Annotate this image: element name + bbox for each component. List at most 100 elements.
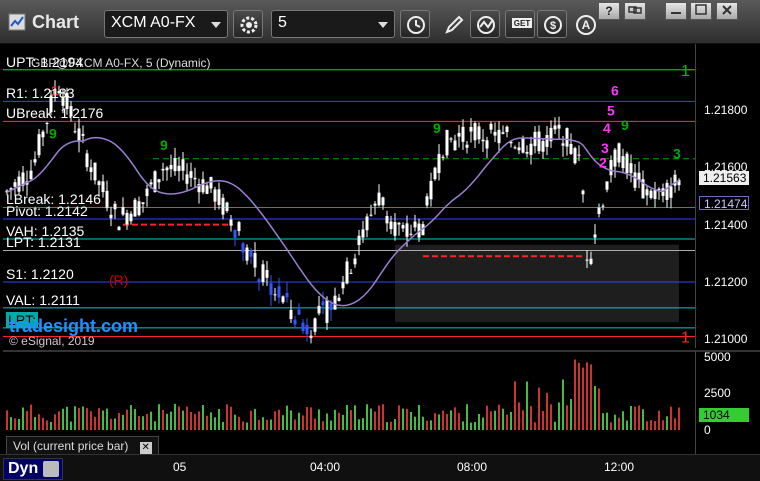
volume-bar (254, 408, 256, 430)
level-number-label: 1 (681, 63, 690, 80)
price-bar (281, 296, 285, 303)
minimize-button[interactable] (665, 2, 687, 20)
price-bar (297, 309, 301, 315)
volume-scale[interactable]: 5000 2500 0 1034 (695, 350, 760, 454)
price-bar (221, 197, 225, 215)
price-bar (325, 299, 329, 323)
close-button[interactable] (716, 2, 738, 20)
price-bar (513, 147, 517, 149)
time-button[interactable] (400, 10, 430, 38)
draw-button[interactable] (438, 10, 468, 38)
time-tick: 12:00 (604, 460, 635, 474)
price-scale[interactable]: 1.21800 1.21600 1.21400 1.21200 1.21000 1.21… (695, 44, 760, 348)
volume-bar (430, 420, 432, 430)
price-bar (157, 179, 161, 183)
price-bar (413, 221, 417, 228)
price-bar (613, 149, 617, 167)
price-bar (173, 158, 177, 172)
volume-bar (298, 412, 300, 430)
price-bar (29, 170, 33, 180)
price-bar (453, 140, 457, 151)
dynamic-toggle[interactable]: Dyn (3, 458, 63, 480)
volume-bar (366, 404, 368, 430)
maximize-button[interactable] (690, 2, 712, 20)
chevron-down-icon (378, 22, 388, 28)
volume-bar (478, 414, 480, 430)
price-bar (589, 258, 593, 264)
price-bar (473, 123, 477, 141)
volume-bar (442, 410, 444, 430)
window-title-text: Chart (32, 12, 80, 32)
price-tag-button[interactable]: $ (537, 10, 567, 38)
price-bar (277, 286, 281, 298)
volume-bar (106, 408, 108, 430)
price-bar (269, 283, 273, 295)
level-label: UPT: 1.2194 (6, 53, 84, 70)
price-bar (113, 203, 117, 210)
price-bar (521, 137, 525, 153)
volume-study-label[interactable]: Vol (current price bar) ✕ (6, 436, 159, 456)
volume-bar (678, 407, 680, 430)
volume-bar (598, 388, 600, 430)
price-bar (437, 154, 441, 174)
dynamic-label: Dyn (8, 460, 39, 477)
level-label: VAL: 1.2111 (6, 291, 80, 308)
volume-bar (150, 411, 152, 430)
price-bar (357, 235, 361, 245)
price-chart[interactable]: 6 5 4 3 2 9 9 9 9 3 1 1 1 (R) GBP@FXCM A0-FX, 5 (Dyna… (3, 44, 695, 348)
volume-bar (566, 405, 568, 430)
volume-bar (614, 414, 616, 430)
volume-bar (174, 403, 176, 430)
price-bar (501, 132, 505, 134)
volume-study-text: Vol (current price bar) (13, 439, 129, 453)
price-bar (125, 212, 129, 225)
time-axis[interactable]: Dyn 05 04:00 08:00 12:00 (0, 454, 760, 481)
link-button[interactable] (624, 2, 646, 20)
volume-bar (354, 405, 356, 430)
price-chart-canvas[interactable]: 65432999 93111(R) (3, 44, 695, 348)
studies-button[interactable] (470, 10, 500, 38)
volume-bar (118, 413, 120, 430)
sequential-count-label: 3 (673, 146, 681, 162)
price-tick-label: 1.21400 (704, 217, 748, 232)
current-volume-tag: 1034 (699, 408, 749, 422)
price-bar (149, 182, 153, 185)
price-bar (305, 324, 309, 335)
price-bar (293, 319, 297, 325)
volume-bar (594, 386, 596, 430)
close-icon[interactable]: ✕ (139, 442, 152, 454)
sequential-count-label: 2 (599, 154, 607, 170)
volume-bar (78, 407, 80, 430)
volume-bar (350, 410, 352, 430)
help-button[interactable]: ? (598, 2, 620, 20)
volume-bar (102, 410, 104, 430)
volume-bar (230, 406, 232, 430)
price-bar (13, 182, 17, 187)
level-label: Pivot: 1.2142 (6, 202, 88, 219)
price-bar (213, 189, 217, 202)
price-bar (405, 223, 409, 237)
settings-button[interactable] (233, 10, 263, 38)
sequential-count-label: 9 (433, 120, 441, 136)
volume-bar (562, 379, 564, 430)
alert-button[interactable]: A (570, 10, 600, 38)
price-bar (397, 222, 401, 225)
volume-bar (114, 418, 116, 430)
link-icon (628, 6, 642, 14)
volume-bar (590, 364, 592, 430)
volume-bar (266, 419, 268, 430)
symbol-dropdown[interactable]: XCM A0-FX (104, 10, 228, 38)
volume-chart[interactable]: Vol (current price bar) ✕ (3, 350, 695, 456)
get-data-button[interactable]: GET (505, 10, 535, 38)
volume-bar (466, 404, 468, 430)
volume-tick-label: 2500 (704, 386, 731, 401)
interval-dropdown[interactable]: 5 (271, 10, 395, 38)
price-bar (45, 122, 49, 124)
volume-bar (578, 362, 580, 430)
volume-bar (482, 417, 484, 430)
price-bar (117, 226, 121, 231)
volume-bar (362, 418, 364, 430)
volume-bar (486, 405, 488, 430)
volume-bar (314, 418, 316, 430)
price-bar (461, 126, 465, 142)
